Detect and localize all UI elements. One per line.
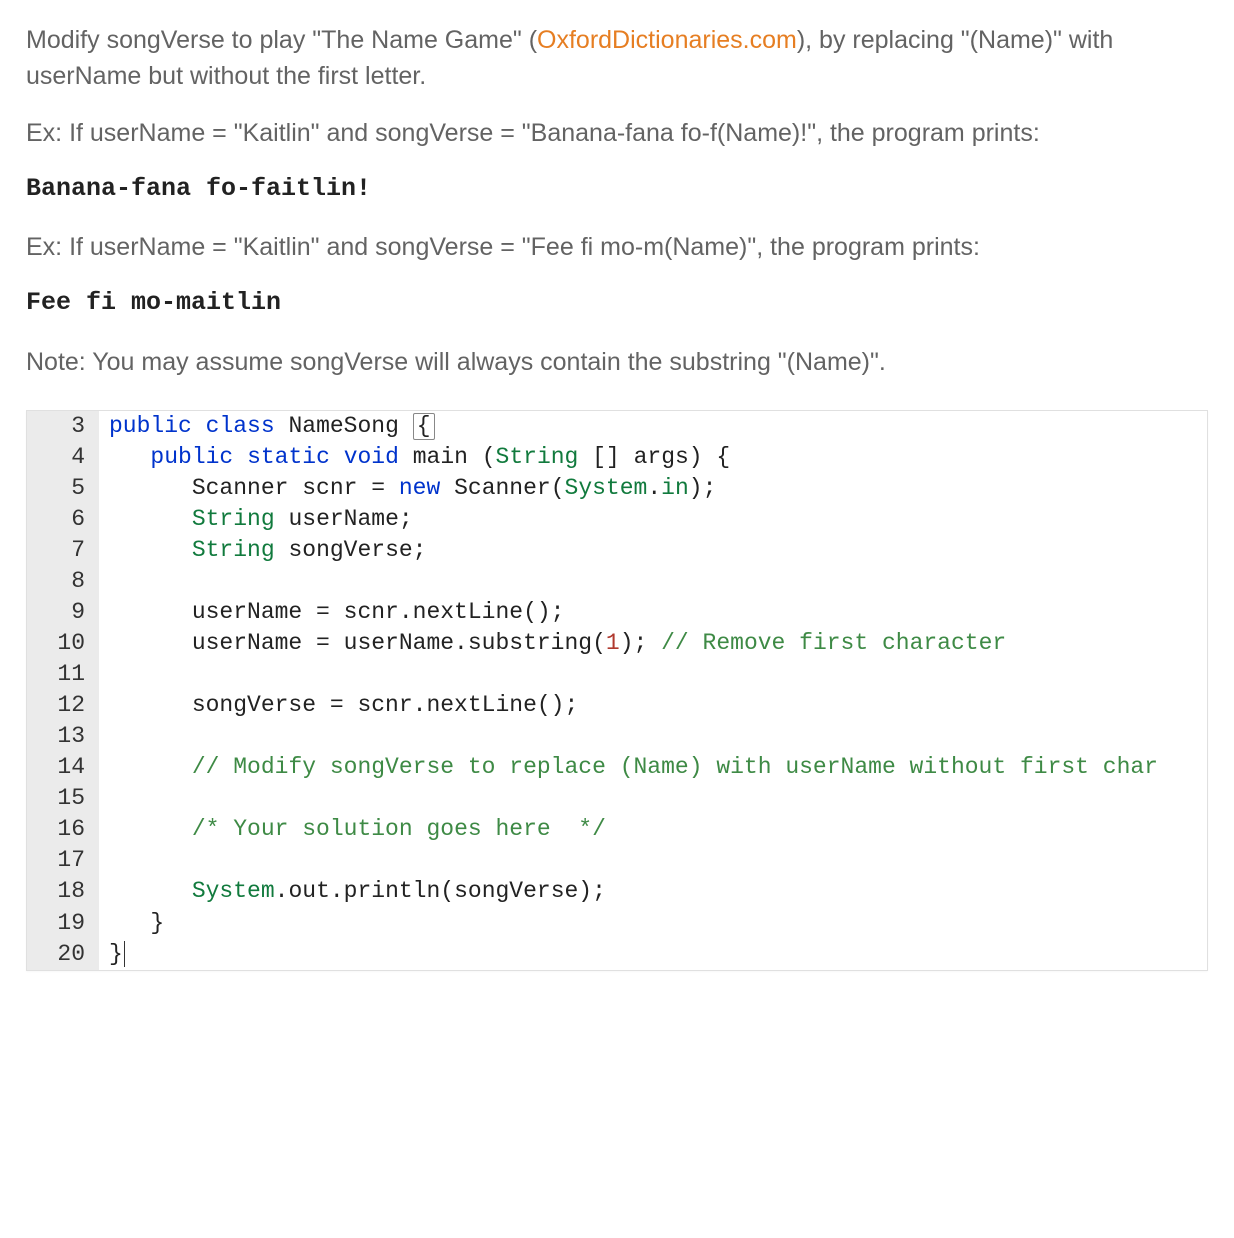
line-number: 3 bbox=[27, 411, 99, 442]
code-line-content[interactable] bbox=[99, 721, 1207, 752]
code-line-content[interactable]: System.out.println(songVerse); bbox=[99, 876, 1207, 907]
code-row[interactable]: 11 bbox=[27, 659, 1207, 690]
example-1-output: Banana-fana fo-faitlin! bbox=[26, 171, 1208, 207]
line-number: 16 bbox=[27, 814, 99, 845]
note-text: Note: You may assume songVerse will alwa… bbox=[26, 344, 1208, 380]
line-number: 10 bbox=[27, 628, 99, 659]
code-editor[interactable]: 3public class NameSong {4 public static … bbox=[26, 410, 1208, 971]
code-row[interactable]: 10 userName = userName.substring(1); // … bbox=[27, 628, 1207, 659]
token-kw: static bbox=[247, 444, 330, 470]
code-line-content[interactable] bbox=[99, 659, 1207, 690]
code-row[interactable]: 18 System.out.println(songVerse); bbox=[27, 876, 1207, 907]
line-number: 7 bbox=[27, 535, 99, 566]
example-2-intro: Ex: If userName = "Kaitlin" and songVers… bbox=[26, 229, 1208, 265]
code-line-content[interactable]: Scanner scnr = new Scanner(System.in); bbox=[99, 473, 1207, 504]
problem-paragraph-1: Modify songVerse to play "The Name Game"… bbox=[26, 22, 1208, 95]
code-row[interactable]: 4 public static void main (String [] arg… bbox=[27, 442, 1207, 473]
code-line-content[interactable]: public static void main (String [] args)… bbox=[99, 442, 1207, 473]
line-number: 11 bbox=[27, 659, 99, 690]
token-type: System bbox=[565, 475, 648, 501]
code-line-content[interactable]: /* Your solution goes here */ bbox=[99, 814, 1207, 845]
line-number: 5 bbox=[27, 473, 99, 504]
token-cmt: // Modify songVerse to replace (Name) wi… bbox=[192, 754, 1158, 780]
example-1-intro: Ex: If userName = "Kaitlin" and songVers… bbox=[26, 115, 1208, 151]
code-row[interactable]: 16 /* Your solution goes here */ bbox=[27, 814, 1207, 845]
code-row[interactable]: 13 bbox=[27, 721, 1207, 752]
code-line-content[interactable] bbox=[99, 783, 1207, 814]
code-line-content[interactable]: String userName; bbox=[99, 504, 1207, 535]
problem-description: Modify songVerse to play "The Name Game"… bbox=[26, 22, 1208, 380]
code-row[interactable]: 3public class NameSong { bbox=[27, 411, 1207, 442]
code-row[interactable]: 17 bbox=[27, 845, 1207, 876]
token-type: System bbox=[192, 878, 275, 904]
code-row[interactable]: 12 songVerse = scnr.nextLine(); bbox=[27, 690, 1207, 721]
line-number: 13 bbox=[27, 721, 99, 752]
line-number: 8 bbox=[27, 566, 99, 597]
token-type: in bbox=[661, 475, 689, 501]
code-line-content[interactable]: userName = scnr.nextLine(); bbox=[99, 597, 1207, 628]
code-row[interactable]: 8 bbox=[27, 566, 1207, 597]
line-number: 19 bbox=[27, 908, 99, 939]
line-number: 4 bbox=[27, 442, 99, 473]
example-2-output: Fee fi mo-maitlin bbox=[26, 285, 1208, 321]
token-kw: class bbox=[206, 413, 275, 439]
token-num: 1 bbox=[606, 630, 620, 656]
code-line-content[interactable]: songVerse = scnr.nextLine(); bbox=[99, 690, 1207, 721]
line-number: 18 bbox=[27, 876, 99, 907]
token-kw: void bbox=[344, 444, 399, 470]
token-type: String bbox=[192, 537, 275, 563]
line-number: 15 bbox=[27, 783, 99, 814]
code-row[interactable]: 9 userName = scnr.nextLine(); bbox=[27, 597, 1207, 628]
cursor-brace: { bbox=[413, 413, 435, 440]
code-line-content[interactable]: public class NameSong { bbox=[99, 411, 1207, 442]
token-kw: public bbox=[109, 413, 192, 439]
code-line-content[interactable]: // Modify songVerse to replace (Name) wi… bbox=[99, 752, 1207, 783]
external-link[interactable]: OxfordDictionaries.com bbox=[537, 26, 797, 54]
code-row[interactable]: 6 String userName; bbox=[27, 504, 1207, 535]
code-row[interactable]: 15 bbox=[27, 783, 1207, 814]
code-line-content[interactable]: } bbox=[99, 939, 1207, 970]
code-line-content[interactable]: String songVerse; bbox=[99, 535, 1207, 566]
token-cmt: /* Your solution goes here */ bbox=[192, 816, 606, 842]
line-number: 20 bbox=[27, 939, 99, 970]
code-line-content[interactable] bbox=[99, 845, 1207, 876]
line-number: 6 bbox=[27, 504, 99, 535]
code-row[interactable]: 14 // Modify songVerse to replace (Name)… bbox=[27, 752, 1207, 783]
code-line-content[interactable] bbox=[99, 566, 1207, 597]
token-type: String bbox=[496, 444, 579, 470]
token-kw: new bbox=[399, 475, 440, 501]
p1-part-a: Modify songVerse to play "The Name Game"… bbox=[26, 26, 537, 54]
code-row[interactable]: 5 Scanner scnr = new Scanner(System.in); bbox=[27, 473, 1207, 504]
code-row[interactable]: 20} bbox=[27, 939, 1207, 970]
code-line-content[interactable]: userName = userName.substring(1); // Rem… bbox=[99, 628, 1207, 659]
code-line-content[interactable]: } bbox=[99, 908, 1207, 939]
token-type: String bbox=[192, 506, 275, 532]
token-kw: public bbox=[150, 444, 233, 470]
code-row[interactable]: 7 String songVerse; bbox=[27, 535, 1207, 566]
line-number: 9 bbox=[27, 597, 99, 628]
code-row[interactable]: 19 } bbox=[27, 908, 1207, 939]
token-cmt: // Remove first character bbox=[661, 630, 1006, 656]
line-number: 14 bbox=[27, 752, 99, 783]
line-number: 12 bbox=[27, 690, 99, 721]
text-caret bbox=[124, 941, 125, 966]
line-number: 17 bbox=[27, 845, 99, 876]
